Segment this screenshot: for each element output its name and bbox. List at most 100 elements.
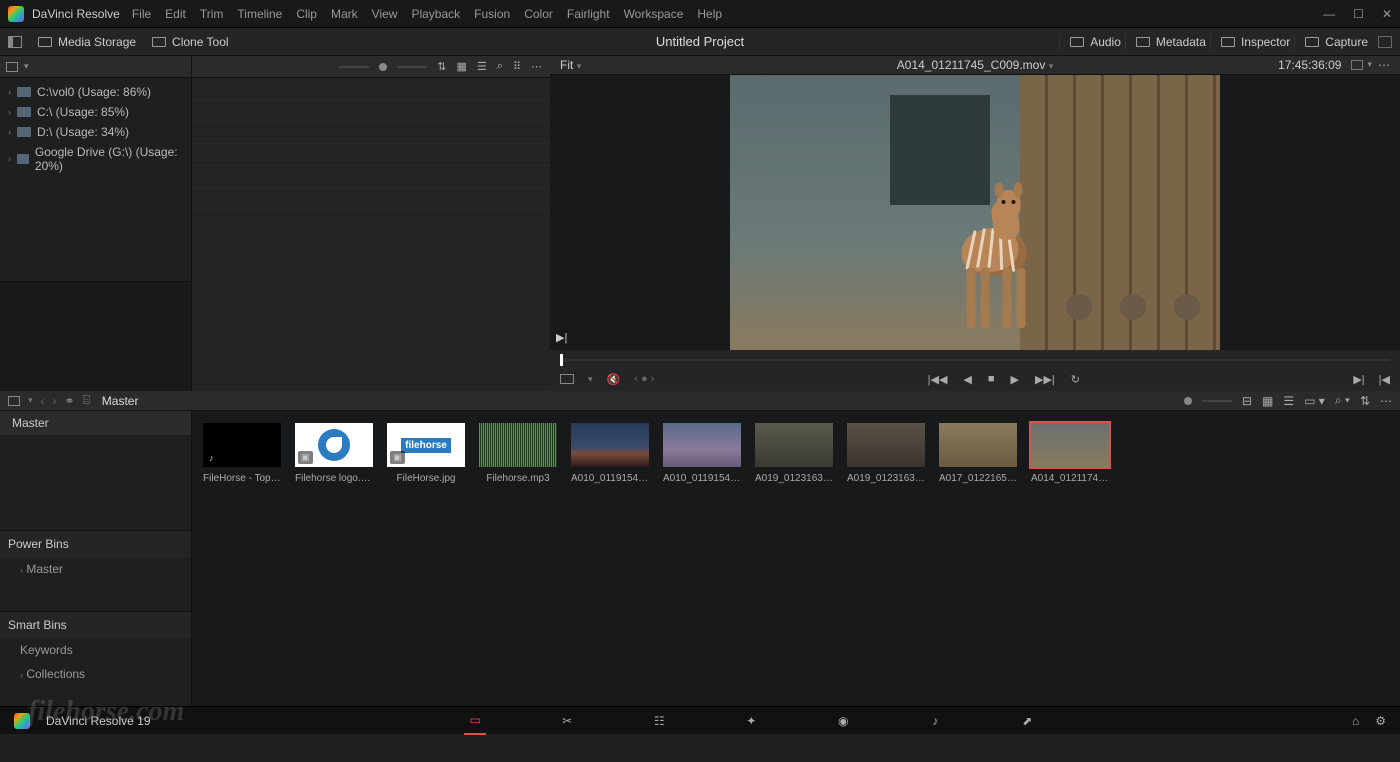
smart-bin-collections[interactable]: › Collections [0,662,191,686]
capture-button[interactable]: Capture [1294,35,1368,49]
media-list-row[interactable] [192,166,550,188]
master-bin-tab[interactable]: Master [0,411,191,435]
power-bin-master[interactable]: › Master [0,557,191,581]
media-list-row[interactable] [192,188,550,210]
filter-icon[interactable]: ⠿ [513,60,521,73]
slider-knob-icon[interactable] [379,63,387,71]
list-view-icon[interactable]: ☰ [1283,394,1294,408]
settings-icon[interactable]: ⚙ [1375,714,1386,728]
metadata-button[interactable]: Metadata [1125,35,1206,49]
clone-tool-button[interactable]: Clone Tool [152,35,228,49]
slider-knob-icon[interactable] [1184,397,1192,405]
deliver-page-tab[interactable]: ⬈ [1016,707,1038,735]
home-icon[interactable]: ⌂ [1352,714,1359,728]
more-icon[interactable]: ⋯ [1380,394,1392,408]
menu-color[interactable]: Color [524,7,553,21]
mini-timeline[interactable] [550,350,1400,367]
panel-layout-icon[interactable] [8,396,20,406]
menu-mark[interactable]: Mark [331,7,358,21]
more-icon[interactable]: ⋯ [531,60,542,73]
panel-toggle-icon[interactable] [8,36,22,48]
thumbnail[interactable]: A010_01191548_C... [660,423,744,484]
filter-icon[interactable]: ⌸ [83,393,90,408]
media-list-row[interactable] [192,78,550,100]
thumbnail[interactable]: A019_01231637_C... [752,423,836,484]
out-point-icon[interactable]: |◀ [1379,373,1390,386]
thumbnail[interactable]: ▣Filehorse logo.png [292,423,376,484]
thumbnail[interactable]: filehorse▣FileHorse.jpg [384,423,468,484]
stop-icon[interactable]: ■ [988,373,995,385]
fit-dropdown[interactable]: Fit ▾ [560,58,581,72]
smart-bin-keywords[interactable]: Keywords [0,638,191,662]
loop-icon[interactable]: ↻ [1071,373,1080,386]
viewer[interactable]: ▶| [550,75,1400,350]
strip-view-icon[interactable]: ⊟ [1242,394,1252,408]
in-point-icon[interactable]: ▶| [1353,373,1364,386]
viewer-more-icon[interactable]: ⋯ [1378,58,1390,72]
next-frame-icon[interactable]: ▶▶| [1035,373,1055,386]
menu-timeline[interactable]: Timeline [237,7,282,21]
nav-back-icon[interactable]: ‹ [41,394,45,408]
play-icon[interactable]: ▶ [1011,373,1019,386]
panel-layout-icon[interactable] [6,62,18,72]
menu-fairlight[interactable]: Fairlight [567,7,610,21]
sort-icon[interactable]: ⇅ [437,60,446,73]
link-icon[interactable]: ⚭ [65,394,75,408]
thumbnail[interactable]: A019_01231639_C... [844,423,928,484]
first-frame-icon[interactable]: |◀◀ [928,373,948,386]
thumbnail[interactable]: A010_01191542_C... [568,423,652,484]
drive-item[interactable]: ›Google Drive (G:\) (Usage: 20%) [0,142,191,176]
list-view-icon[interactable]: ☰ [477,60,487,73]
match-frame-icon[interactable] [560,374,574,384]
chevron-down-icon[interactable]: ▾ [588,374,593,385]
thumbnail[interactable]: A017_01221659_C... [936,423,1020,484]
menu-workspace[interactable]: Workspace [624,7,684,21]
edit-page-tab[interactable]: ☷ [648,707,670,735]
fairlight-page-tab[interactable]: ♪ [924,707,946,735]
chevron-down-icon[interactable]: ▾ [28,395,33,406]
grid-view-icon[interactable]: ▦ [456,60,466,73]
drive-item[interactable]: ›D:\ (Usage: 34%) [0,122,191,142]
media-storage-button[interactable]: Media Storage [38,35,136,49]
media-page-tab[interactable]: ▭ [464,707,486,735]
window-minimize-icon[interactable]: — [1323,7,1335,21]
viewer-layout-icon[interactable]: ▭ ▾ [1304,394,1325,408]
menu-fusion[interactable]: Fusion [474,7,510,21]
media-list-row[interactable] [192,122,550,144]
thumbnail[interactable]: ♪FileHorse - Top 5 -... [200,423,284,484]
jog-left-icon[interactable]: ‹ ● › [634,373,654,385]
thumb-size-slider[interactable] [339,66,369,68]
power-bins-header[interactable]: Power Bins [0,530,191,557]
menu-edit[interactable]: Edit [165,7,186,21]
menu-playback[interactable]: Playback [411,7,460,21]
drive-item[interactable]: ›C:\vol0 (Usage: 86%) [0,82,191,102]
inspector-button[interactable]: Inspector [1210,35,1290,49]
audio-button[interactable]: Audio [1059,35,1121,49]
media-list-row[interactable] [192,144,550,166]
drive-item[interactable]: ›C:\ (Usage: 85%) [0,102,191,122]
thumbnail[interactable]: Filehorse.mp3 [476,423,560,484]
color-page-tab[interactable]: ◉ [832,707,854,735]
extra-panel-icon[interactable] [1378,36,1392,48]
mute-icon[interactable]: 🔇 [607,373,621,386]
menu-view[interactable]: View [372,7,398,21]
capture-frame-icon[interactable] [1351,60,1363,70]
chevron-down-icon[interactable]: ▾ [24,61,29,72]
cut-page-tab[interactable]: ✂ [556,707,578,735]
sort-icon[interactable]: ⇅ [1360,394,1370,408]
search-icon[interactable]: ⌕ ▾ [1335,393,1350,408]
menu-clip[interactable]: Clip [296,7,317,21]
grid-view-icon[interactable]: ▦ [1262,394,1273,408]
menu-help[interactable]: Help [697,7,722,21]
chevron-down-icon[interactable]: ▾ [1367,59,1372,70]
media-list-row[interactable] [192,100,550,122]
prev-frame-icon[interactable]: ◀ [963,373,971,386]
window-maximize-icon[interactable]: ☐ [1353,7,1364,21]
nav-fwd-icon[interactable]: › [53,394,57,408]
fusion-page-tab[interactable]: ✦ [740,707,762,735]
thumbnail[interactable]: A014_01211745_C... [1028,423,1112,484]
window-close-icon[interactable]: ✕ [1382,7,1392,21]
smart-bins-header[interactable]: Smart Bins [0,611,191,638]
menu-trim[interactable]: Trim [200,7,224,21]
menu-file[interactable]: File [132,7,151,21]
